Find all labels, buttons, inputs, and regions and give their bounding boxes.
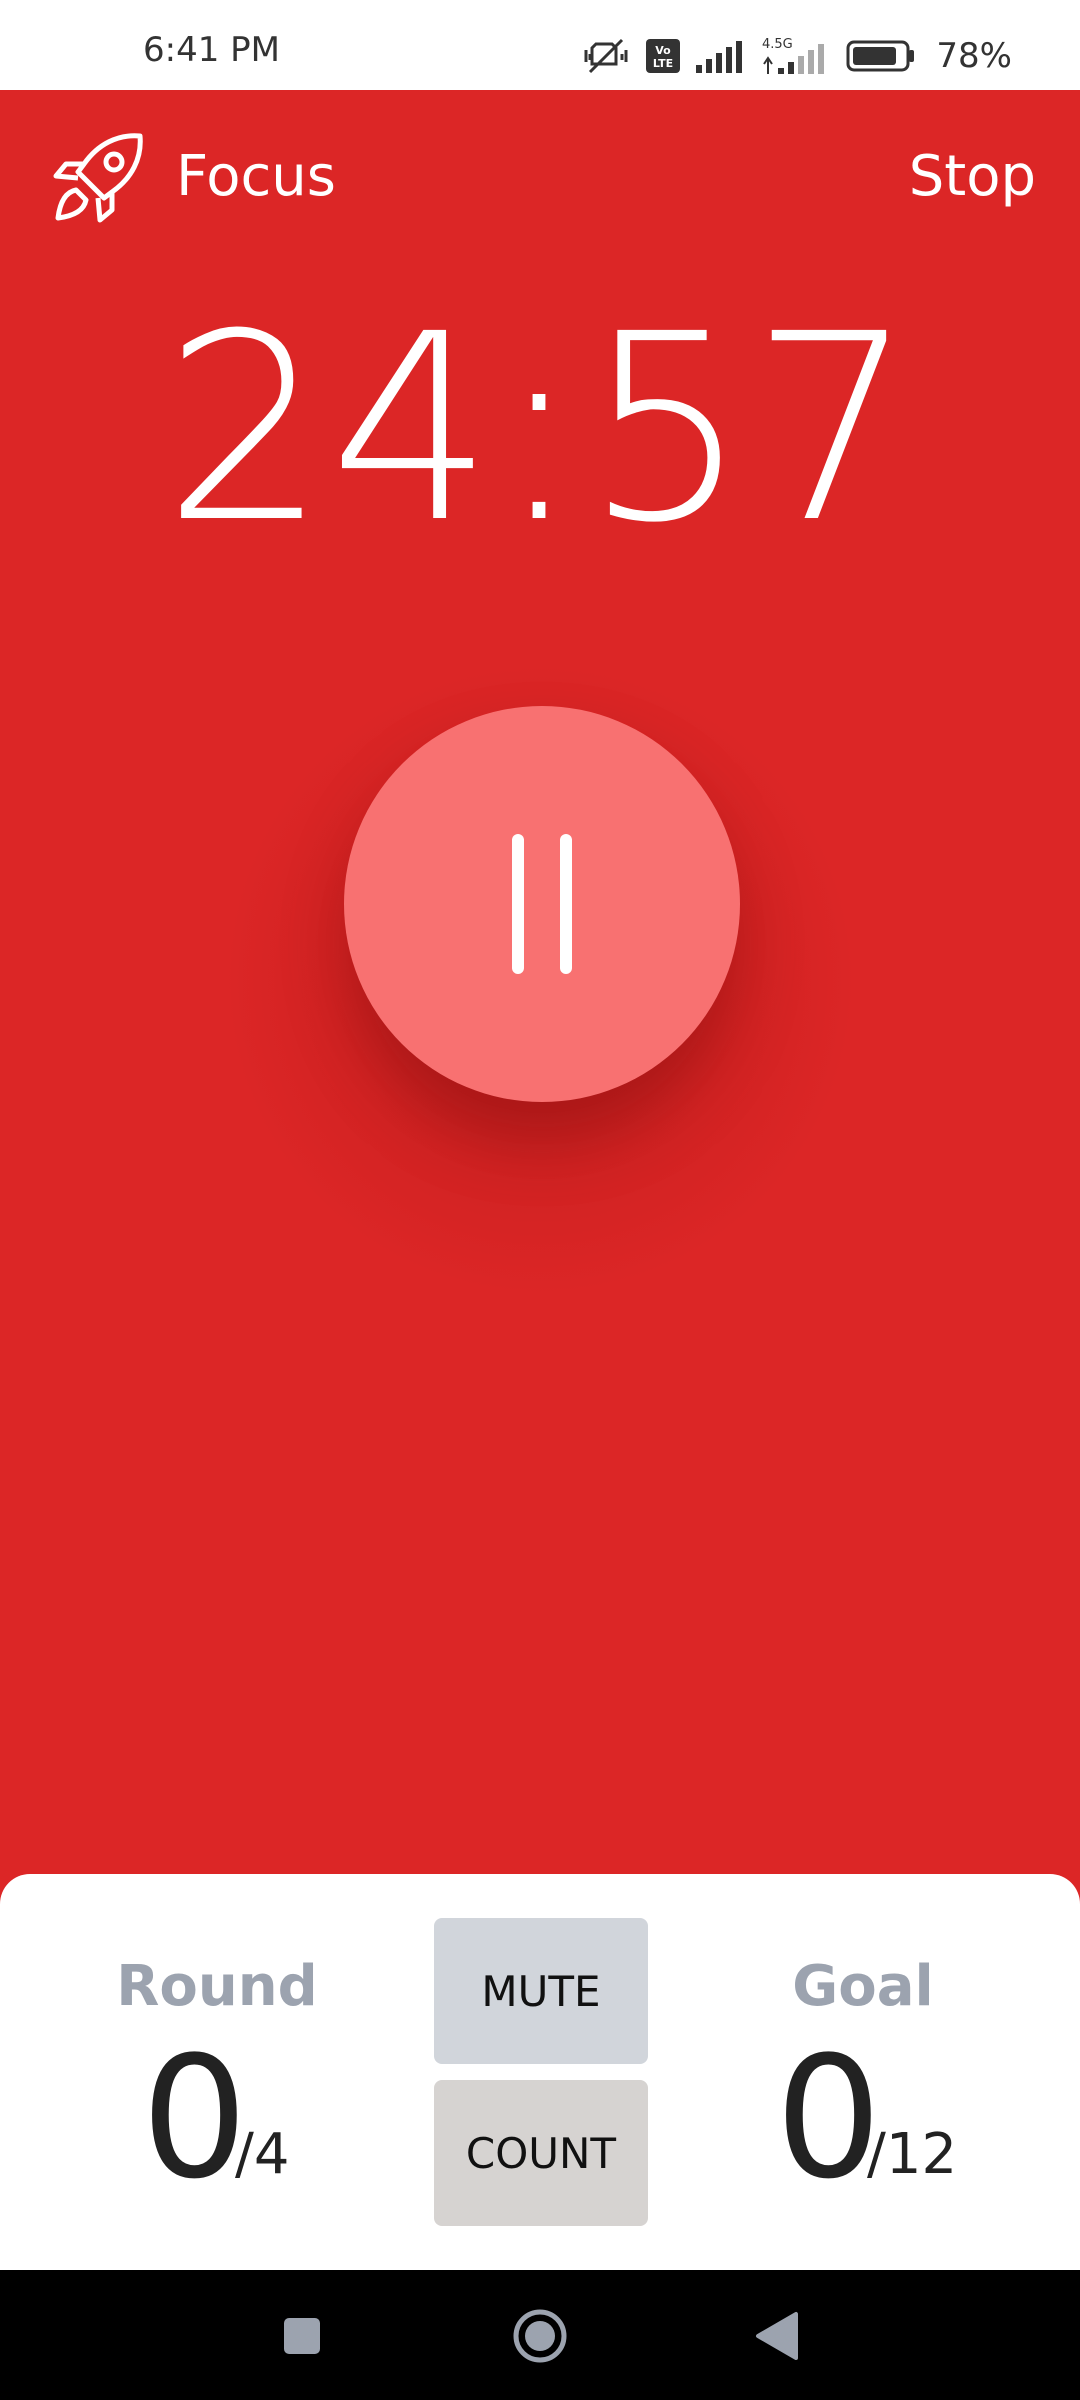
mute-button[interactable]: MUTE (434, 1918, 648, 2064)
bottom-panel: Round 0 /4 MUTE COUNT Goal 0 /12 (0, 1874, 1080, 2270)
round-value: 0 (141, 2020, 248, 2216)
pause-icon (502, 834, 582, 974)
volte-icon: Vo LTE (646, 39, 681, 73)
signal-icon (696, 39, 744, 73)
network-label: 4.5G (762, 37, 793, 52)
triangle-back-icon (738, 2312, 818, 2379)
home-button[interactable] (500, 2296, 580, 2376)
recents-button[interactable] (262, 2296, 342, 2376)
mode-title: Focus (176, 144, 336, 209)
count-button[interactable]: COUNT (434, 2080, 648, 2226)
focus-timer-screen: 6:41 PM Vo LTE 4.5G 78% Focus Stop 24:57… (0, 0, 1080, 2400)
round-total: /4 (235, 2122, 290, 2187)
status-bar: 6:41 PM Vo LTE 4.5G 78% (0, 0, 1080, 90)
battery-percent: 78% (936, 36, 1012, 76)
circle-icon (500, 2309, 580, 2379)
pause-button[interactable] (344, 706, 740, 1102)
rocket-icon (48, 128, 148, 228)
navigation-bar (0, 2270, 1080, 2400)
svg-text:Vo: Vo (656, 44, 672, 57)
signal-4-5g-icon: 4.5G (760, 36, 830, 76)
goal-value: 0 (775, 2020, 882, 2216)
svg-text:LTE: LTE (653, 57, 673, 70)
battery-icon (846, 40, 916, 72)
status-time: 6:41 PM (143, 30, 280, 70)
goal-label: Goal (792, 1954, 934, 2019)
status-icons: Vo LTE 4.5G 78% (582, 36, 1012, 76)
mute-vibrate-icon (582, 36, 630, 76)
timer-display: 24:57 (163, 279, 917, 579)
round-label: Round (116, 1954, 318, 2019)
goal-total: /12 (867, 2122, 958, 2187)
square-icon (262, 2318, 342, 2379)
stop-button[interactable]: Stop (909, 144, 1036, 209)
app-header: Focus Stop (0, 90, 1080, 265)
back-button[interactable] (738, 2296, 818, 2376)
